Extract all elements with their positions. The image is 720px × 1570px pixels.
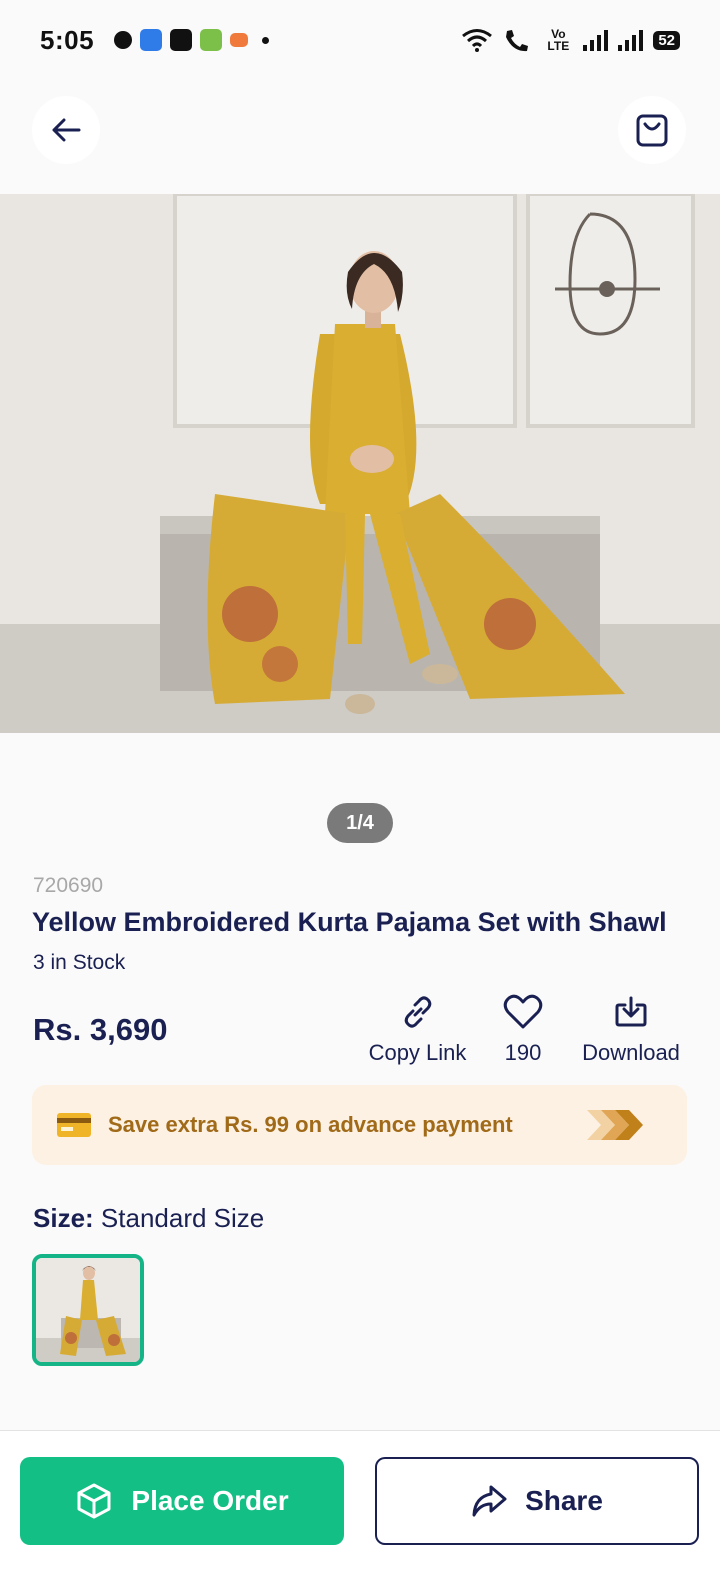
shareit-app-icon: [140, 29, 163, 51]
package-icon: [77, 1483, 111, 1519]
download-icon: [615, 996, 647, 1027]
status-time: 5:05: [40, 24, 95, 55]
arrow-left-icon: [52, 118, 81, 142]
download-label: Download: [582, 1040, 680, 1065]
copy-link-button[interactable]: Copy Link: [365, 994, 470, 1066]
network-type-label: Vo LTE: [547, 27, 570, 53]
advance-payment-promo[interactable]: Save extra Rs. 99 on advance payment: [32, 1085, 687, 1165]
place-order-button[interactable]: Place Order: [20, 1457, 344, 1545]
battery-icon: 52: [653, 30, 680, 50]
cart-button[interactable]: [618, 96, 686, 164]
heart-icon: [503, 994, 543, 1029]
promo-text: Save extra Rs. 99 on advance payment: [108, 1112, 513, 1137]
thumbnail-photo: [36, 1258, 140, 1362]
chat-app-icon: [114, 31, 133, 49]
stock-status: 3 in Stock: [33, 951, 126, 974]
game-app-icon: [230, 33, 249, 47]
bottom-action-bar: Place Order Share: [0, 1430, 720, 1570]
download-button[interactable]: Download: [575, 994, 687, 1066]
chevrons-right-icon: [585, 1108, 647, 1142]
signal-1-icon: [583, 29, 609, 51]
size-option-thumbnail[interactable]: [32, 1254, 144, 1366]
size-value: Standard Size: [100, 1203, 265, 1233]
status-bar: 5:05 Vo LTE 52: [0, 0, 720, 80]
copy-link-label: Copy Link: [368, 1040, 467, 1065]
notification-icons: [114, 29, 270, 51]
product-price: Rs. 3,690: [33, 1012, 168, 1047]
like-count: 190: [504, 1040, 542, 1065]
android-app-icon: [200, 29, 223, 51]
link-icon: [404, 996, 431, 1028]
like-button[interactable]: 190: [498, 994, 548, 1066]
product-sku: 720690: [33, 874, 104, 897]
shopping-bag-icon: [636, 114, 668, 147]
place-order-label: Place Order: [131, 1485, 289, 1516]
wifi-icon: [462, 29, 493, 52]
size-label: Size:: [33, 1203, 94, 1233]
back-button[interactable]: [32, 96, 100, 164]
more-notifications-dot: [262, 36, 270, 44]
share-button[interactable]: Share: [375, 1457, 699, 1545]
share-arrow-icon: [472, 1485, 507, 1517]
product-title: Yellow Embroidered Kurta Pajama Set with…: [32, 907, 667, 937]
top-bar: [0, 96, 720, 166]
image-pager: 1/4: [327, 803, 393, 843]
wifi-call-icon: [506, 30, 529, 52]
product-photo: [0, 194, 720, 733]
tiktok-app-icon: [170, 29, 193, 51]
signal-2-icon: [618, 29, 644, 51]
credit-card-icon: [57, 1113, 91, 1137]
product-image[interactable]: [0, 194, 720, 733]
share-label: Share: [525, 1485, 603, 1516]
size-selector-label: Size: Standard Size: [33, 1203, 264, 1234]
